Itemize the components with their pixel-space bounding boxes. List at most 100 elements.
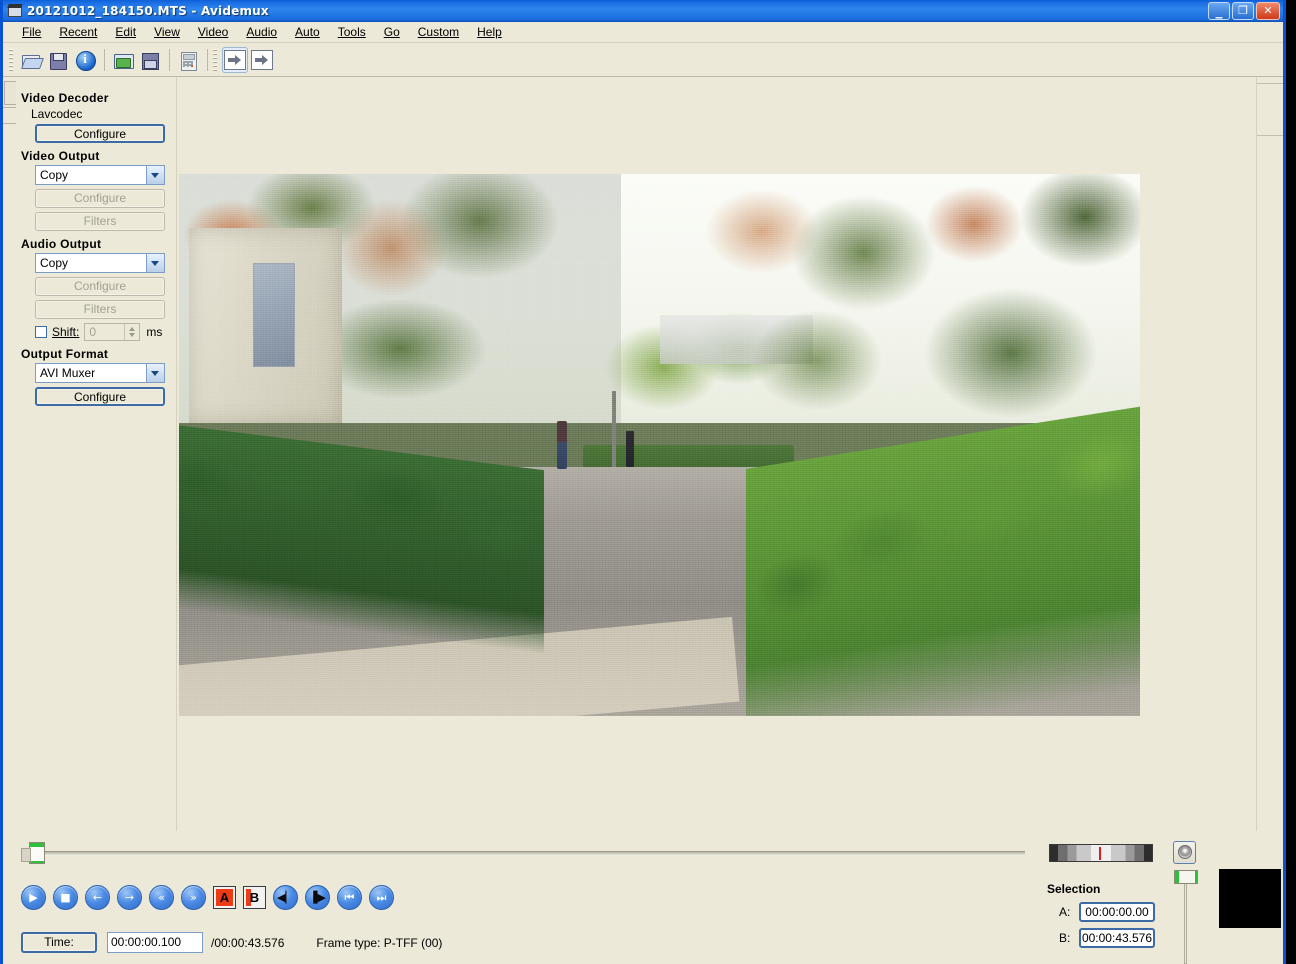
video-output-select[interactable]: Copy bbox=[35, 165, 165, 185]
maximize-icon: ❐ bbox=[1238, 4, 1248, 17]
minimize-button[interactable]: _ bbox=[1208, 2, 1230, 20]
file-info-button[interactable] bbox=[72, 47, 98, 73]
selection-b-input[interactable]: 00:00:43.576 bbox=[1079, 928, 1155, 948]
audio-output-configure-button[interactable]: Configure bbox=[35, 277, 165, 296]
set-marker-b-button[interactable]: B bbox=[243, 886, 266, 909]
menu-go-label: Go bbox=[383, 25, 400, 39]
output-format-configure-button[interactable]: Configure bbox=[35, 387, 165, 406]
play-button[interactable]: ▶ bbox=[21, 885, 46, 910]
menu-recent-label: Recent bbox=[59, 25, 98, 39]
output-format-select[interactable]: AVI Muxer bbox=[35, 363, 165, 383]
audio-shift-label-text: Shift: bbox=[52, 325, 80, 339]
menu-recent[interactable]: Recent bbox=[50, 23, 106, 41]
calculator-button[interactable] bbox=[175, 47, 201, 73]
menu-auto[interactable]: Auto bbox=[286, 23, 329, 41]
next-keyframe-icon: ⏭ bbox=[376, 891, 387, 904]
video-decoder-title: Video Decoder bbox=[21, 91, 109, 105]
volume-track[interactable] bbox=[1184, 876, 1187, 964]
video-decoder-codec: Lavcodec bbox=[31, 107, 83, 121]
save-file-icon bbox=[48, 50, 68, 70]
timeline-slider[interactable] bbox=[17, 841, 1025, 864]
speaker-mute-button[interactable] bbox=[1173, 841, 1196, 864]
menu-custom[interactable]: Custom bbox=[409, 23, 468, 41]
frame-thumbnail bbox=[1219, 869, 1281, 928]
previous-keyframe-button[interactable]: ⏮ bbox=[337, 885, 362, 910]
rewind-button[interactable]: « bbox=[149, 885, 174, 910]
open-file-button[interactable] bbox=[18, 47, 44, 73]
menu-edit[interactable]: Edit bbox=[106, 23, 145, 41]
window-controls: _ ❐ ✕ bbox=[1208, 2, 1280, 20]
close-button[interactable]: ✕ bbox=[1256, 2, 1280, 20]
previous-black-frame-button[interactable]: ◀▏ bbox=[273, 885, 298, 910]
frame-type-label: Frame type: P-TFF (00) bbox=[316, 935, 443, 950]
menu-tools[interactable]: Tools bbox=[329, 23, 375, 41]
scene-grain-overlay bbox=[179, 174, 1140, 716]
next-black-frame-button[interactable]: ▐▶ bbox=[305, 885, 330, 910]
menu-file[interactable]: File bbox=[13, 23, 50, 41]
video-frame[interactable] bbox=[179, 174, 1140, 716]
splitter-handle[interactable] bbox=[4, 81, 16, 105]
maximize-button[interactable]: ❐ bbox=[1232, 2, 1254, 20]
audio-vu-meter bbox=[1049, 844, 1153, 862]
menu-view[interactable]: View bbox=[145, 23, 189, 41]
application-window: 20121012_184150.MTS - Avidemux _ ❐ ✕ Fil… bbox=[0, 0, 1296, 964]
open-project-icon bbox=[113, 50, 134, 70]
timeline-track[interactable] bbox=[41, 851, 1025, 856]
menu-audio-label: Audio bbox=[246, 25, 278, 39]
playback-controls: ▶ ■ ← → « » A B ◀▏ ▐▶ ⏮ ⏭ bbox=[21, 885, 394, 910]
main-body: Video Decoder Lavcodec Configure Video O… bbox=[3, 77, 1283, 964]
menu-video-label: Video bbox=[197, 25, 229, 39]
toolbar-grip-2[interactable] bbox=[213, 48, 217, 71]
menu-help[interactable]: Help bbox=[468, 23, 511, 41]
stop-button[interactable]: ■ bbox=[53, 885, 78, 910]
chevron-down-icon[interactable] bbox=[146, 166, 164, 184]
open-project-button[interactable] bbox=[110, 47, 136, 73]
audio-shift-checkbox[interactable] bbox=[35, 326, 47, 338]
marker-a-label: A bbox=[219, 890, 230, 905]
audio-output-filters-button[interactable]: Filters bbox=[35, 300, 165, 319]
toolbar-separator-1 bbox=[104, 48, 105, 71]
chevron-down-icon[interactable] bbox=[146, 254, 164, 272]
current-time-input[interactable]: 00:00:00.100 bbox=[107, 932, 203, 953]
set-marker-a-button[interactable]: A bbox=[213, 886, 236, 909]
save-file-button[interactable] bbox=[45, 47, 71, 73]
step-backward-button[interactable]: ← bbox=[85, 885, 110, 910]
selection-title: Selection bbox=[1047, 882, 1101, 896]
volume-thumb[interactable] bbox=[1174, 870, 1198, 884]
save-project-button[interactable] bbox=[137, 47, 163, 73]
menu-bar: File Recent Edit View Video Audio Auto T… bbox=[3, 22, 1283, 43]
next-keyframe-button[interactable]: ⏭ bbox=[369, 885, 394, 910]
menu-custom-label: Custom bbox=[417, 25, 460, 39]
audio-output-title: Audio Output bbox=[21, 237, 102, 251]
fast-forward-button[interactable]: » bbox=[181, 885, 206, 910]
toolbar-grip[interactable] bbox=[9, 48, 13, 71]
volume-slider[interactable] bbox=[1173, 868, 1198, 964]
marker-a-toolbar-button[interactable] bbox=[222, 46, 248, 73]
marker-b-toolbar-button[interactable] bbox=[249, 47, 275, 73]
timeline-thumb[interactable] bbox=[21, 842, 45, 864]
vu-needle bbox=[1098, 847, 1101, 860]
file-info-icon bbox=[75, 50, 96, 71]
avidemux-window: 20121012_184150.MTS - Avidemux _ ❐ ✕ Fil… bbox=[0, 0, 1286, 964]
main-toolbar bbox=[3, 43, 1283, 77]
menu-audio[interactable]: Audio bbox=[237, 23, 286, 41]
chevron-down-icon[interactable] bbox=[146, 364, 164, 382]
audio-shift-stepper[interactable]: 0 bbox=[84, 323, 141, 341]
audio-output-select[interactable]: Copy bbox=[35, 253, 165, 273]
window-title: 20121012_184150.MTS - Avidemux bbox=[27, 4, 269, 18]
video-output-configure-button[interactable]: Configure bbox=[35, 189, 165, 208]
video-decoder-configure-button[interactable]: Configure bbox=[35, 124, 165, 143]
menu-edit-label: Edit bbox=[115, 25, 137, 39]
menu-tools-label: Tools bbox=[337, 25, 366, 39]
audio-shift-value: 0 bbox=[89, 325, 97, 339]
menu-go[interactable]: Go bbox=[375, 23, 409, 41]
video-output-filters-button[interactable]: Filters bbox=[35, 212, 165, 231]
menu-auto-label: Auto bbox=[295, 25, 320, 39]
stepper-arrows-icon[interactable] bbox=[124, 324, 139, 340]
toolbar-separator-3 bbox=[207, 48, 208, 71]
selection-a-input[interactable]: 00:00:00.00 bbox=[1079, 902, 1155, 922]
menu-video[interactable]: Video bbox=[189, 23, 237, 41]
step-forward-button[interactable]: → bbox=[117, 885, 142, 910]
selection-a-label: A: bbox=[1059, 905, 1071, 919]
time-mode-button[interactable]: Time: bbox=[21, 932, 97, 953]
